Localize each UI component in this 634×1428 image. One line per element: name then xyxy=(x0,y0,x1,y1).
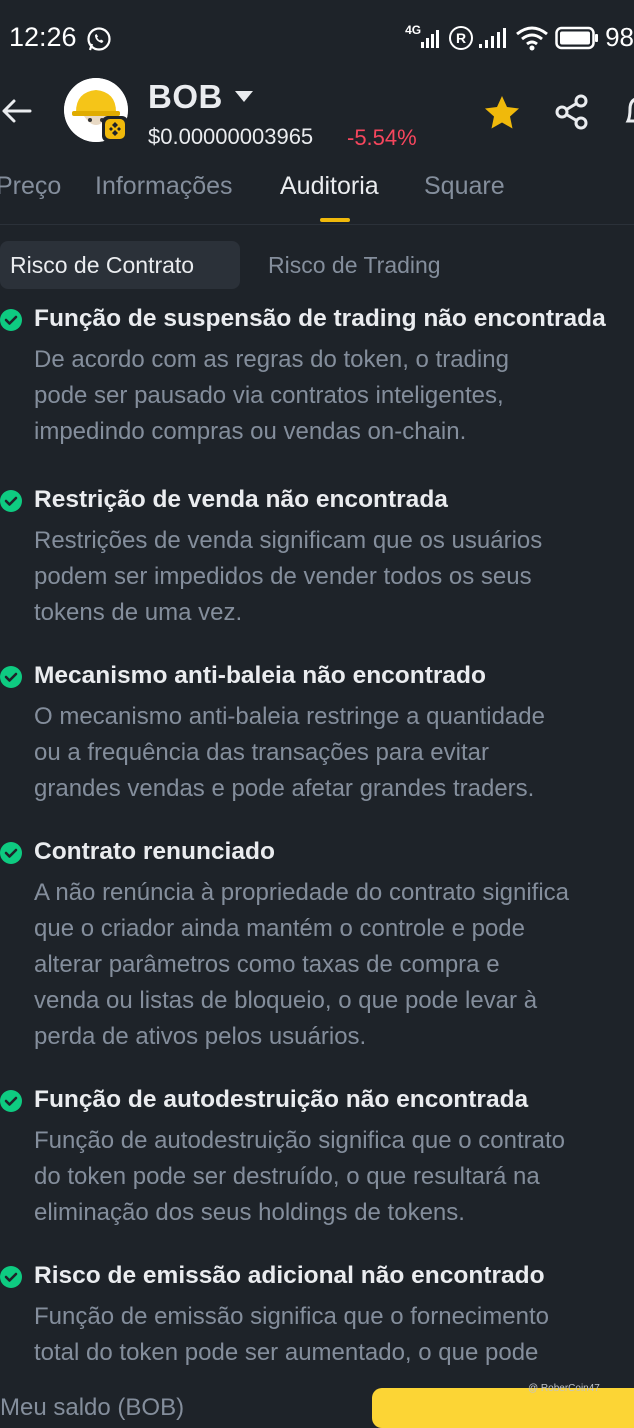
status-bar: 12:26 4G R 98 xyxy=(0,0,634,78)
trade-button[interactable] xyxy=(372,1388,634,1428)
main-tabs: Preço Informações Auditoria Square xyxy=(0,162,634,225)
battery-icon xyxy=(555,26,599,50)
audit-list[interactable]: Função de suspensão de trading não encon… xyxy=(0,291,634,1408)
check-circle-icon xyxy=(0,666,22,688)
whatsapp-icon xyxy=(86,26,112,52)
favorite-star-icon[interactable] xyxy=(482,93,522,133)
check-circle-icon xyxy=(0,842,22,864)
bell-icon[interactable] xyxy=(622,93,634,131)
audit-item-description: Função de autodestruição significa que o… xyxy=(34,1127,566,1226)
token-price: $0.00000003965 xyxy=(148,124,314,149)
wifi-icon xyxy=(515,25,549,51)
tab-square[interactable]: Square xyxy=(424,172,505,201)
audit-item-description: A não renúncia à propriedade do contrato… xyxy=(34,879,570,1050)
share-icon[interactable] xyxy=(553,93,591,131)
caret-down-icon[interactable] xyxy=(235,90,253,102)
check-circle-icon xyxy=(0,1266,22,1288)
check-circle-icon xyxy=(0,490,22,512)
audit-item-title: Função de autodestruição não encontrada xyxy=(34,1086,529,1113)
audit-item-title: Risco de emissão adicional não encontrad… xyxy=(34,1262,545,1289)
balance-label: Meu saldo (BOB) xyxy=(0,1394,185,1421)
audit-item-description: Restrições de venda significam que os us… xyxy=(34,527,543,626)
price-change: -5.54% xyxy=(347,125,417,150)
watermark: @ RoberCoin47 xyxy=(528,1383,600,1394)
bottom-bar: Meu saldo (BOB) @ RoberCoin47 xyxy=(0,1383,634,1428)
back-arrow-icon[interactable] xyxy=(0,94,34,128)
battery-percent: 98 xyxy=(605,22,634,52)
risk-subtabs: Risco de Contrato Risco de Trading xyxy=(0,241,634,291)
registered-icon: R xyxy=(449,25,474,50)
status-time: 12:26 xyxy=(9,22,77,52)
bnb-chain-icon xyxy=(102,116,128,142)
network-label: 4G xyxy=(405,22,422,37)
tab-informacoes[interactable]: Informações xyxy=(95,172,233,201)
audit-item-title: Restrição de venda não encontrada xyxy=(34,486,448,513)
check-circle-icon xyxy=(0,1090,22,1112)
active-tab-indicator xyxy=(320,218,350,222)
subtab-contract-risk[interactable]: Risco de Contrato xyxy=(0,241,240,289)
tab-auditoria[interactable]: Auditoria xyxy=(280,172,379,201)
audit-item-title: Contrato renunciado xyxy=(34,838,275,865)
signal-icon-2 xyxy=(479,27,509,48)
signal-icon xyxy=(421,28,443,48)
audit-item-description: O mecanismo anti-baleia restringe a quan… xyxy=(34,703,545,802)
token-name[interactable]: BOB xyxy=(148,78,223,116)
subtab-trading-risk[interactable]: Risco de Trading xyxy=(258,241,457,289)
tab-preco[interactable]: Preço xyxy=(0,172,61,201)
audit-item-description: De acordo com as regras do token, o trad… xyxy=(34,346,509,445)
audit-item-title: Função de suspensão de trading não encon… xyxy=(34,305,606,332)
check-circle-icon xyxy=(0,309,22,331)
token-header: BOB $0.00000003965 -5.54% xyxy=(0,78,634,162)
audit-item-title: Mecanismo anti-baleia não encontrado xyxy=(34,662,486,689)
audit-item-description: Função de emissão significa que o fornec… xyxy=(34,1303,549,1366)
